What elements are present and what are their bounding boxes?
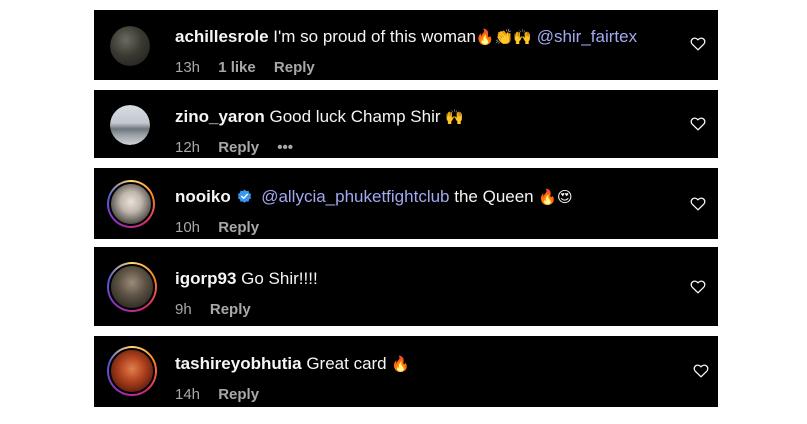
comment-meta: 14h Reply (175, 386, 273, 403)
timestamp[interactable]: 13h (175, 59, 200, 76)
timestamp[interactable]: 14h (175, 386, 200, 403)
comment-card: igorp93 Go Shir!!!! 9h Reply (94, 247, 718, 326)
comment-body: I'm so proud of this woman (273, 27, 476, 46)
emoji: 🔥 (391, 355, 411, 373)
reply-button[interactable]: Reply (218, 139, 259, 156)
timestamp[interactable]: 9h (175, 301, 192, 318)
like-count[interactable]: 1 like (218, 59, 256, 76)
comment-body: the Queen (454, 187, 534, 206)
comment-card: nooiko @allycia_phuketfightclub the Quee… (94, 168, 718, 239)
avatar[interactable] (110, 105, 150, 145)
reply-button[interactable]: Reply (218, 219, 259, 236)
mention-link[interactable]: @allycia_phuketfightclub (261, 187, 449, 206)
avatar[interactable] (107, 262, 157, 312)
username[interactable]: igorp93 (175, 269, 236, 288)
heart-outline-icon[interactable] (690, 196, 706, 211)
comment-body: Good luck Champ Shir (269, 107, 441, 126)
comment-body: Great card (306, 354, 387, 373)
heart-outline-icon[interactable] (690, 116, 706, 131)
reply-button[interactable]: Reply (218, 386, 259, 403)
heart-outline-icon[interactable] (690, 279, 706, 294)
heart-outline-icon[interactable] (690, 36, 706, 51)
username[interactable]: tashireyobhutia (175, 354, 302, 373)
emoji: 🔥👏🙌 (475, 28, 532, 46)
comment-text: igorp93 Go Shir!!!! (175, 269, 318, 289)
reply-button[interactable]: Reply (210, 301, 251, 318)
comment-text: tashireyobhutia Great card 🔥 (175, 354, 410, 374)
comment-text: achillesrole I'm so proud of this woman🔥… (175, 27, 637, 47)
username[interactable]: zino_yaron (175, 107, 265, 126)
comment-card: achillesrole I'm so proud of this woman🔥… (94, 10, 718, 80)
comment-text: nooiko @allycia_phuketfightclub the Quee… (175, 187, 573, 207)
comment-text: zino_yaron Good luck Champ Shir 🙌 (175, 107, 464, 127)
avatar[interactable] (107, 180, 155, 228)
comment-card: tashireyobhutia Great card 🔥 14h Reply (94, 336, 718, 407)
comment-meta: 13h 1 like Reply (175, 59, 329, 76)
comment-body: Go Shir!!!! (241, 269, 318, 288)
more-options-icon[interactable]: ••• (277, 139, 293, 156)
comment-meta: 10h Reply (175, 219, 273, 236)
username[interactable]: achillesrole (175, 27, 269, 46)
verified-badge-icon (238, 189, 252, 203)
comment-meta: 12h Reply ••• (175, 139, 307, 156)
mention-link[interactable]: @shir_fairtex (537, 27, 637, 46)
comment-card: zino_yaron Good luck Champ Shir 🙌 12h Re… (94, 90, 718, 158)
heart-outline-icon[interactable] (693, 363, 709, 378)
username[interactable]: nooiko (175, 187, 231, 206)
emoji: 🙌 (445, 108, 464, 126)
timestamp[interactable]: 10h (175, 219, 200, 236)
comment-meta: 9h Reply (175, 301, 265, 318)
emoji: 🔥😍 (538, 188, 573, 206)
avatar[interactable] (110, 26, 150, 66)
timestamp[interactable]: 12h (175, 139, 200, 156)
avatar[interactable] (107, 346, 157, 396)
reply-button[interactable]: Reply (274, 59, 315, 76)
